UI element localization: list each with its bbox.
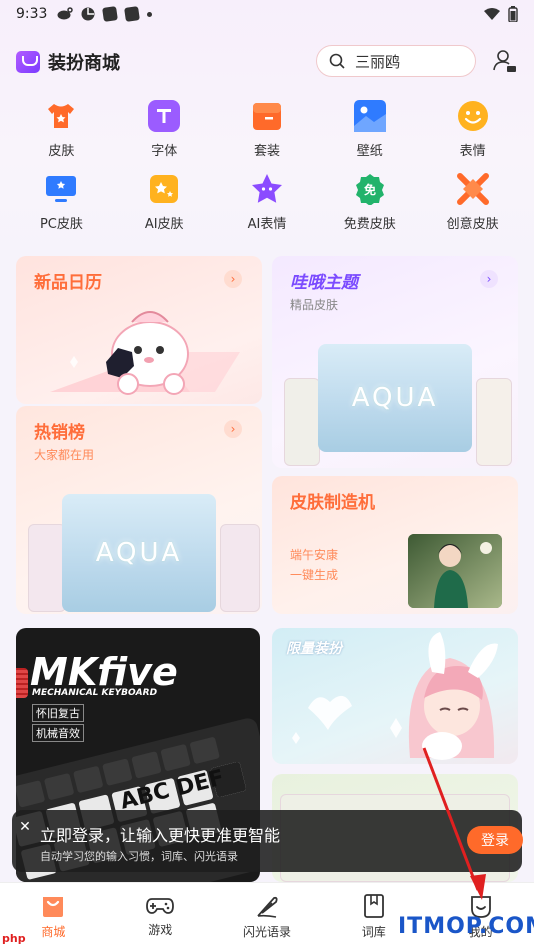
card-new-calendar[interactable]: 新品日历 › [16, 256, 262, 404]
category-label: 创意皮肤 [446, 217, 499, 232]
tab-label: 商城 [41, 925, 66, 939]
tab-games[interactable]: 游戏 [107, 883, 214, 950]
card-subtitle: 大家都在用 [34, 448, 95, 462]
tab-flash-quotes[interactable]: 闪光语录 [214, 883, 321, 950]
watermark-itmop: ITMOP.COM [398, 914, 534, 939]
aqua-theme-preview: AQUA [62, 494, 216, 612]
chevron-right-icon[interactable]: › [224, 270, 242, 288]
search-input[interactable]: 三丽鸥 [316, 45, 476, 77]
category-ai-emoji[interactable]: AI表情 [216, 173, 319, 232]
card-skin-maker[interactable]: 皮肤制造机 端午安康 一键生成 [272, 476, 518, 614]
more-dot-icon [147, 11, 153, 17]
category-font[interactable]: 字体 [113, 100, 216, 159]
category-label: 皮肤 [48, 144, 75, 159]
tshirt-icon [45, 100, 77, 132]
smiley-icon [457, 100, 489, 132]
category-suit[interactable]: 套装 [216, 100, 319, 159]
card-title: 哇哦主题 [290, 273, 358, 293]
category-ai-skin[interactable]: AI皮肤 [113, 173, 216, 232]
keyboard-preview-left [284, 378, 320, 466]
notification-icons [57, 6, 153, 22]
status-bar: 9:33 [0, 0, 534, 28]
card-hot-list[interactable]: 热销榜 大家都在用 › AQUA [16, 406, 262, 614]
book-icon [363, 894, 384, 918]
card-line2: 一键生成 [290, 568, 339, 582]
tab-label: 游戏 [148, 923, 173, 937]
system-icons [484, 6, 518, 22]
speaker-grille [16, 668, 28, 698]
battery-icon [508, 6, 518, 22]
category-label: 免费皮肤 [343, 217, 396, 232]
watermark-php: php [2, 932, 26, 945]
font-icon [148, 100, 181, 132]
toast-subtitle: 自动学习您的输入习惯，词库、闪光语录 [40, 850, 238, 863]
bunny-character-illustration [50, 311, 240, 395]
anime-bunny-girl-illustration [292, 632, 498, 760]
category-wallpaper[interactable]: 壁纸 [318, 100, 421, 159]
keyboard-preview-right [476, 378, 512, 466]
category-pc-skin[interactable]: PC皮肤 [10, 173, 113, 232]
portrait-keyboard-preview [408, 534, 502, 608]
user-settings-icon[interactable] [492, 48, 518, 74]
creative-icon [456, 173, 489, 205]
tab-label: 闪光语录 [242, 925, 291, 939]
category-grid: 皮肤 字体 套装 壁纸 表情 PC皮肤 AI皮肤 AI表情 免 免费皮肤 创意皮… [10, 100, 524, 232]
card-line1: 端午安康 [290, 548, 339, 562]
app-notification-icon-2 [124, 6, 141, 22]
weibo-icon [57, 7, 74, 20]
category-skin[interactable]: 皮肤 [10, 100, 113, 159]
login-toast: ✕ 立即登录，让输入更快更准更智能 自动学习您的输入习惯，词库、闪光语录 登录 [12, 810, 523, 872]
shopping-bag-icon [43, 897, 64, 917]
app-notification-icon [102, 6, 119, 22]
keyboard-preview-left [28, 524, 66, 612]
card-title: 新品日历 [34, 273, 102, 293]
aqua-theme-preview: AQUA [318, 344, 472, 452]
search-value: 三丽鸥 [355, 52, 401, 71]
svg-text:免: 免 [364, 182, 376, 197]
card-limited-outfit[interactable]: 限量装扮 [272, 628, 518, 764]
card-title: 皮肤制造机 [290, 493, 375, 513]
monitor-icon [45, 173, 77, 205]
category-label: PC皮肤 [39, 217, 83, 232]
category-label: 字体 [151, 144, 178, 159]
pinwheel-icon [81, 7, 95, 21]
app-header: 装扮商城 三丽鸥 [0, 40, 534, 84]
category-emoji[interactable]: 表情 [421, 100, 524, 159]
ai-skin-icon [148, 173, 180, 205]
card-subtitle: 精品皮肤 [290, 298, 339, 312]
category-free-skin[interactable]: 免 免费皮肤 [318, 173, 421, 232]
category-creative-skin[interactable]: 创意皮肤 [421, 173, 524, 232]
card-wahoo-theme[interactable]: 哇哦主题 精品皮肤 › AQUA [272, 256, 518, 468]
status-time: 9:33 [16, 6, 48, 22]
wifi-icon [484, 8, 500, 20]
chevron-right-icon[interactable]: › [480, 270, 498, 288]
tab-label: 词库 [361, 925, 386, 939]
suit-bag-icon [251, 100, 283, 132]
chevron-right-icon[interactable]: › [224, 420, 242, 438]
close-icon[interactable]: ✕ [16, 818, 34, 836]
category-label: 套装 [253, 144, 280, 159]
mkfive-subtitle: MECHANICAL KEYBOARD [32, 688, 158, 698]
feather-pen-icon [257, 896, 278, 918]
category-label: AI表情 [247, 217, 287, 232]
wallpaper-icon [353, 100, 386, 132]
toast-title: 立即登录，让输入更快更准更智能 [40, 826, 281, 845]
category-label: 表情 [459, 144, 486, 159]
login-button[interactable]: 登录 [467, 826, 523, 854]
app-logo-icon [16, 51, 40, 73]
app-title: 装扮商城 [48, 53, 120, 74]
card-title: 热销榜 [34, 423, 85, 443]
free-badge-icon: 免 [354, 173, 386, 205]
category-label: 壁纸 [356, 144, 383, 159]
ai-emoji-star-icon [251, 173, 283, 205]
keyboard-preview-right [220, 524, 260, 612]
category-label: AI皮肤 [144, 217, 184, 232]
gamepad-icon [146, 898, 175, 914]
search-icon [329, 53, 345, 69]
